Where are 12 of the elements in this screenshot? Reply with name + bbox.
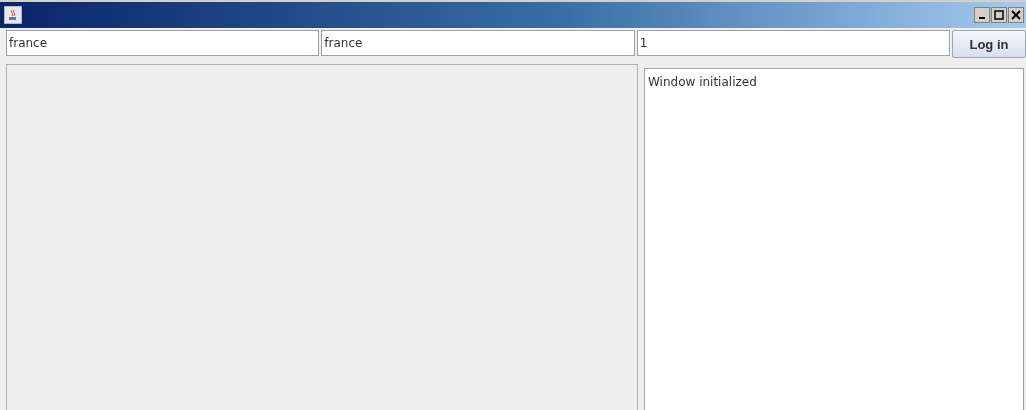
text-field[interactable]: france (6, 30, 320, 56)
close-icon (1011, 10, 1021, 20)
text-field[interactable]: 1 (636, 30, 950, 56)
maximize-icon (994, 10, 1004, 20)
maximize-button[interactable] (991, 7, 1007, 23)
log-text: Window initialized (648, 75, 757, 89)
java-cup-icon (4, 6, 22, 24)
minimize-button[interactable] (974, 7, 990, 23)
text-field[interactable]: france (321, 30, 635, 56)
log-area[interactable]: Window initialized (644, 68, 1024, 410)
login-button[interactable]: Log in (952, 30, 1026, 58)
close-button[interactable] (1008, 7, 1024, 23)
